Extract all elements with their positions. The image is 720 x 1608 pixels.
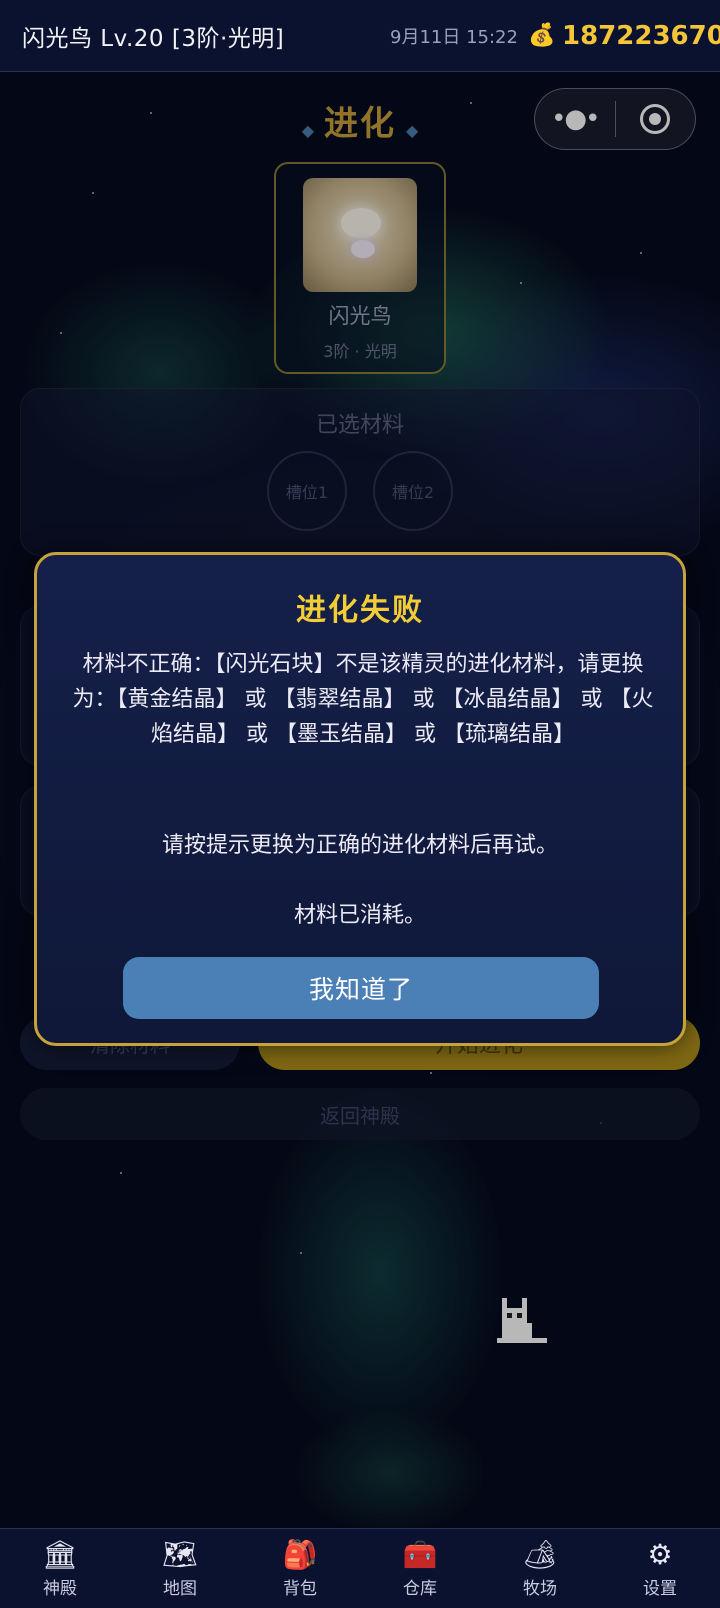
acknowledge-button[interactable]: 我知道了 — [123, 957, 599, 1019]
nav-item-warehouse[interactable]: 🧰 仓库 — [360, 1529, 480, 1608]
dialog-title: 进化失败 — [296, 593, 424, 628]
nav-label: 背包 — [283, 1579, 317, 1599]
nav-label: 牧场 — [523, 1579, 557, 1599]
nav-label: 仓库 — [403, 1579, 437, 1599]
ranch-icon: 🏕 — [522, 1538, 558, 1571]
bottom-nav: 🏛 神殿 🗺 地图 🎒 背包 🧰 仓库 🏕 牧场 ⚙ 设置 — [0, 1528, 720, 1608]
money-amount: 187223670 — [562, 20, 720, 51]
dialog-hint: 请按提示更换为正确的进化材料后再试。 — [161, 833, 558, 858]
dialog-consumed-note: 材料已消耗。 — [293, 903, 426, 928]
nav-label: 设置 — [643, 1579, 677, 1599]
gear-icon: ⚙ — [647, 1538, 673, 1571]
temple-icon: 🏛 — [42, 1538, 78, 1571]
money-bag-icon: 💰 — [528, 23, 556, 48]
chest-icon: 🧰 — [402, 1538, 438, 1571]
pet-status-title: 闪光鸟 Lv.20 [3阶·光明] — [22, 25, 285, 52]
backpack-icon: 🎒 — [282, 1538, 318, 1571]
map-icon: 🗺 — [162, 1538, 198, 1571]
nav-item-temple[interactable]: 🏛 神殿 — [0, 1529, 120, 1608]
nav-item-ranch[interactable]: 🏕 牧场 — [480, 1529, 600, 1608]
nav-label: 地图 — [163, 1579, 197, 1599]
nav-item-settings[interactable]: ⚙ 设置 — [600, 1529, 720, 1608]
status-bar: 闪光鸟 Lv.20 [3阶·光明] 9月11日 15:22 💰 18722367… — [0, 0, 720, 72]
nav-item-map[interactable]: 🗺 地图 — [120, 1529, 240, 1608]
nav-label: 神殿 — [43, 1579, 77, 1599]
dialog-message: 材料不正确：【闪光石块】不是该精灵的进化材料，请更换为：【黄金结晶】 或 【翡翠… — [72, 652, 654, 747]
evolution-failed-dialog: 进化失败 材料不正确：【闪光石块】不是该精灵的进化材料，请更换为：【黄金结晶】 … — [34, 552, 686, 1046]
nav-item-backpack[interactable]: 🎒 背包 — [240, 1529, 360, 1608]
date-time: 9月11日 15:22 — [390, 26, 518, 48]
